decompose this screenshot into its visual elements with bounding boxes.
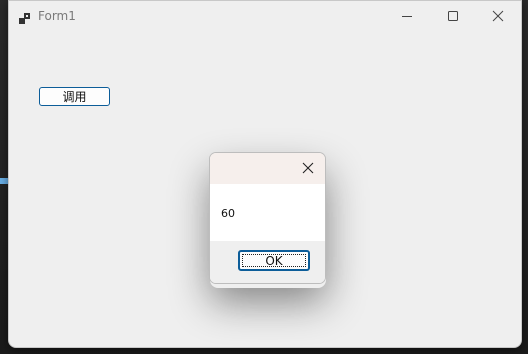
app-window-icon bbox=[19, 10, 31, 24]
ok-button-label: OK bbox=[265, 253, 283, 268]
window-title: Form1 bbox=[38, 9, 76, 23]
maximize-icon bbox=[447, 10, 459, 22]
dialog-footer: OK bbox=[210, 241, 325, 283]
dialog-message: 60 bbox=[221, 207, 235, 220]
ok-button[interactable]: OK bbox=[238, 250, 310, 271]
close-icon bbox=[302, 159, 314, 178]
dialog-close-button[interactable] bbox=[293, 153, 323, 183]
dialog-titlebar[interactable] bbox=[210, 153, 325, 184]
maximize-button[interactable] bbox=[430, 1, 476, 31]
minimize-button[interactable] bbox=[384, 1, 430, 31]
message-box-dialog: 60 OK bbox=[209, 152, 326, 284]
minimize-icon bbox=[401, 10, 413, 22]
call-button[interactable]: 调用 bbox=[39, 87, 110, 106]
close-button[interactable] bbox=[475, 1, 521, 31]
close-icon bbox=[492, 10, 504, 22]
window-titlebar[interactable]: Form1 bbox=[9, 1, 521, 31]
